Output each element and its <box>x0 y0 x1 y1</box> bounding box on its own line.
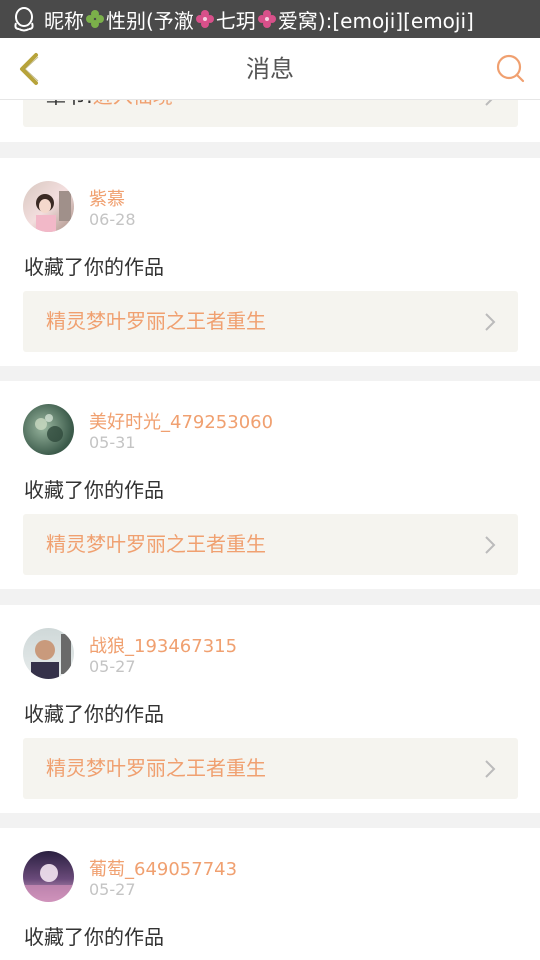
avatar[interactable] <box>23 851 74 902</box>
message-date: 05-27 <box>89 880 136 899</box>
work-title: 精灵梦叶罗丽之王者重生 <box>46 309 266 333</box>
work-title: 精灵梦叶罗丽之王者重生 <box>46 532 266 556</box>
avatar-image <box>36 191 71 232</box>
work-title: 精灵梦叶罗丽之王者重生 <box>46 756 266 780</box>
avatar[interactable] <box>23 181 74 232</box>
status-text-3: 七玥 <box>215 8 256 33</box>
username[interactable]: 美好时光_479253060 <box>89 408 273 434</box>
flower-icon <box>195 10 214 28</box>
username[interactable]: 战狼_193467315 <box>89 632 237 658</box>
work-link[interactable]: 精灵梦叶罗丽之王者重生 <box>23 514 518 575</box>
chevron-right-icon <box>485 536 496 554</box>
flower-icon <box>257 10 276 28</box>
message-date: 05-27 <box>89 657 136 676</box>
avatar-image <box>31 634 71 679</box>
chevron-right-icon <box>485 760 496 778</box>
list-item: 章节:进入仙境 <box>0 100 540 142</box>
action-text: 收藏了你的作品 <box>24 925 164 949</box>
username[interactable]: 葡萄_649057743 <box>89 855 237 881</box>
page-title: 消息 <box>246 55 294 83</box>
list-item: 美好时光_479253060 05-31 收藏了你的作品 精灵梦叶罗丽之王者重生 <box>0 381 540 589</box>
avatar[interactable] <box>23 628 74 679</box>
status-text-1: 昵称 <box>44 8 84 33</box>
status-text-2: 性别(予澈 <box>106 8 194 33</box>
avatar[interactable] <box>23 404 74 455</box>
list-item: 战狼_193467315 05-27 收藏了你的作品 精灵梦叶罗丽之王者重生 <box>0 605 540 813</box>
status-text-4: 爱窝):[emoji][emoji] <box>277 8 474 33</box>
message-date: 05-31 <box>89 433 136 452</box>
qq-penguin-icon <box>14 7 34 32</box>
list-item: 葡萄_649057743 05-27 收藏了你的作品 <box>0 828 540 960</box>
action-text: 收藏了你的作品 <box>24 702 164 726</box>
chevron-right-icon <box>485 313 496 331</box>
action-text: 收藏了你的作品 <box>24 255 164 279</box>
message-list[interactable]: 章节:进入仙境 紫慕 06-28 收藏了你的作品 精灵梦叶罗丽之王者重生 <box>0 100 540 960</box>
action-text: 收藏了你的作品 <box>24 478 164 502</box>
work-link[interactable]: 精灵梦叶罗丽之王者重生 <box>23 291 518 352</box>
search-icon[interactable] <box>494 53 526 85</box>
list-item: 紫慕 06-28 收藏了你的作品 精灵梦叶罗丽之王者重生 <box>0 158 540 366</box>
avatar-image <box>23 864 74 902</box>
message-date: 06-28 <box>89 210 136 229</box>
work-title: 进入仙境 <box>93 100 173 108</box>
avatar-image <box>35 414 63 442</box>
navbar: 消息 <box>0 38 540 100</box>
status-bar: 昵称 性别(予澈 七玥 爱窝):[emoji][emoji] <box>0 0 540 38</box>
work-link[interactable]: 精灵梦叶罗丽之王者重生 <box>23 738 518 799</box>
work-link[interactable]: 章节:进入仙境 <box>23 100 518 127</box>
chapter-label: 章节: <box>46 100 93 108</box>
chevron-right-icon <box>485 100 493 106</box>
username[interactable]: 紫慕 <box>89 185 125 211</box>
clover-icon <box>86 10 104 28</box>
